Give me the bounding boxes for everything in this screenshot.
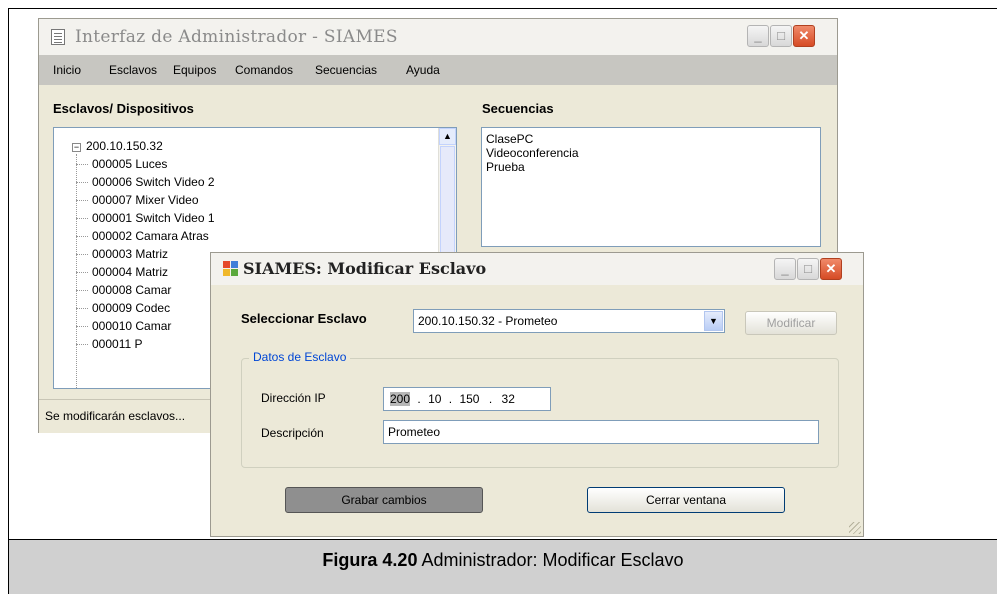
status-text: Se modificarán esclavos... [45,409,186,423]
menu-bar: Inicio Esclavos Equipos Comandos Secuenc… [39,55,837,85]
description-value: Prometeo [388,425,441,439]
app-icon [223,261,238,276]
tree-branch [76,290,88,291]
select-slave-label: Seleccionar Esclavo [241,311,367,326]
menu-equipos[interactable]: Equipos [173,63,216,77]
modify-button[interactable]: Modificar [745,311,837,335]
modify-slave-dialog: SIAMES: Modificar Esclavo _ □ ✕ Seleccio… [210,252,864,537]
tree-node[interactable]: 000008 Camar [92,283,171,297]
minimize-button[interactable]: _ [774,258,796,280]
dialog-title: SIAMES: Modificar Esclavo [243,259,487,278]
ip-octet-4[interactable]: 32 [502,392,515,406]
sequences-list[interactable]: ClasePC Videoconferencia Prueba [481,127,821,247]
tree-node[interactable]: 000002 Camara Atras [92,229,209,243]
menu-ayuda[interactable]: Ayuda [406,63,440,77]
close-button[interactable]: ✕ [793,25,815,47]
close-window-button[interactable]: Cerrar ventana [587,487,785,513]
resize-grip-icon[interactable] [849,522,861,534]
tree-node[interactable]: 000006 Switch Video 2 [92,175,215,189]
tree-node[interactable]: 000001 Switch Video 1 [92,211,215,225]
ip-octet-2[interactable]: 10 [428,392,441,406]
tree-branch [76,164,88,165]
tree-branch [76,344,88,345]
maximize-button[interactable]: □ [797,258,819,280]
tree-node[interactable]: 000003 Matriz [92,247,168,261]
slave-select[interactable]: 200.10.150.32 - Prometeo ▼ [413,309,725,333]
tree-node[interactable]: 000011 P [92,337,143,351]
ip-octet-3[interactable]: 150 [459,392,479,406]
menu-secuencias[interactable]: Secuencias [315,63,377,77]
tree-node[interactable]: 000004 Matriz [92,265,168,279]
caption-bar: Figura 4.20 Administrador: Modificar Esc… [8,539,997,594]
save-changes-button[interactable]: Grabar cambios [285,487,483,513]
list-item[interactable]: Videoconferencia [486,146,579,160]
tree-node[interactable]: 000005 Luces [92,157,167,171]
scroll-up-icon[interactable]: ▲ [439,128,456,145]
group-title: Datos de Esclavo [249,350,351,364]
sequences-label: Secuencias [482,101,554,116]
caption-figure-number: Figura 4.20 [322,550,418,570]
menu-esclavos[interactable]: Esclavos [109,63,157,77]
devices-label: Esclavos/ Dispositivos [53,101,194,116]
slave-data-group [241,358,839,468]
slave-select-value: 200.10.150.32 - Prometeo [418,314,558,328]
tree-branch [76,326,88,327]
list-item[interactable]: ClasePC [486,132,533,146]
chevron-down-icon[interactable]: ▼ [704,311,723,331]
tree-branch [76,182,88,183]
document-icon [51,29,65,45]
tree-branch [76,218,88,219]
minimize-button[interactable]: _ [747,25,769,47]
tree-root-node[interactable]: 200.10.150.32 [86,139,163,153]
description-label: Descripción [261,426,324,440]
ip-octet-1[interactable]: 200 [390,392,411,406]
tree-branch [76,236,88,237]
scroll-thumb[interactable] [440,146,455,261]
tree-node[interactable]: 000010 Camar [92,319,171,333]
list-item[interactable]: Prueba [486,160,525,174]
ip-label: Dirección IP [261,391,326,405]
maximize-button[interactable]: □ [770,25,792,47]
tree-branch [76,308,88,309]
description-field[interactable]: Prometeo [383,420,819,444]
tree-branch [76,272,88,273]
menu-comandos[interactable]: Comandos [235,63,293,77]
tree-node[interactable]: 000009 Codec [92,301,170,315]
admin-titlebar[interactable]: Interfaz de Administrador - SIAMES _ □ ✕ [39,19,837,55]
ip-field[interactable]: 200 . 10 . 150 . 32 [383,387,551,411]
menu-inicio[interactable]: Inicio [53,63,81,77]
figure-caption: Figura 4.20 Administrador: Modificar Esc… [9,550,997,571]
caption-text: Administrador: Modificar Esclavo [417,550,684,570]
dialog-titlebar[interactable]: SIAMES: Modificar Esclavo _ □ ✕ [211,253,863,285]
admin-window-title: Interfaz de Administrador - SIAMES [75,27,398,47]
tree-branch [76,254,88,255]
collapse-icon[interactable]: − [72,143,81,152]
tree-node[interactable]: 000007 Mixer Video [92,193,199,207]
close-button[interactable]: ✕ [820,258,842,280]
tree-branch [76,200,88,201]
